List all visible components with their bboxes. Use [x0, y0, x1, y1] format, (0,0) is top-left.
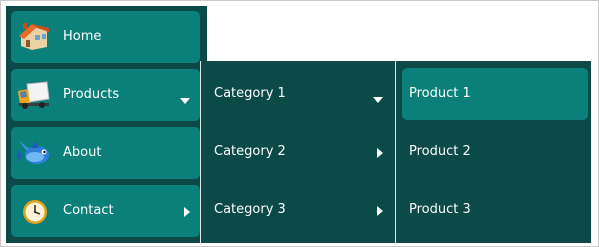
menu-item-label: Product 2	[409, 144, 471, 159]
menu-item-category-1[interactable]: Category 1	[207, 68, 393, 120]
categories-submenu: Category 1 Category 2 Category 3	[200, 61, 396, 243]
menu-item-label: Home	[63, 29, 102, 44]
products-submenu: Product 1 Product 2 Product 3	[395, 61, 591, 243]
menu-item-category-3[interactable]: Category 3	[207, 184, 393, 236]
house-icon	[17, 21, 51, 53]
menu-item-label: Products	[63, 87, 120, 102]
menu-item-label: Contact	[63, 203, 114, 218]
menu-item-label: Category 2	[214, 144, 286, 159]
menu-item-product-3[interactable]: Product 3	[402, 184, 588, 236]
truck-icon	[17, 79, 51, 111]
chevron-down-icon	[373, 97, 383, 103]
fish-icon	[17, 137, 51, 169]
menu-item-product-2[interactable]: Product 2	[402, 126, 588, 178]
clock-icon	[17, 195, 51, 227]
menu-item-label: Category 3	[214, 202, 286, 217]
menu-item-contact[interactable]: Contact	[11, 185, 200, 237]
menu-item-label: Category 1	[214, 86, 286, 101]
menu-item-label: Product 3	[409, 202, 471, 217]
chevron-right-icon	[184, 207, 190, 217]
main-menu: Home Products About Contact	[6, 6, 207, 243]
menu-item-label: About	[63, 145, 102, 160]
menu-item-label: Product 1	[409, 86, 471, 101]
demo-frame: Home Products About Contact Category 1 C…	[0, 0, 599, 247]
menu-item-product-1[interactable]: Product 1	[402, 68, 588, 120]
chevron-right-icon	[377, 206, 383, 216]
menu-item-products[interactable]: Products	[11, 69, 200, 121]
menu-item-home[interactable]: Home	[11, 11, 200, 63]
menu-item-category-2[interactable]: Category 2	[207, 126, 393, 178]
chevron-down-icon	[180, 98, 190, 104]
menu-item-about[interactable]: About	[11, 127, 200, 179]
chevron-right-icon	[377, 148, 383, 158]
